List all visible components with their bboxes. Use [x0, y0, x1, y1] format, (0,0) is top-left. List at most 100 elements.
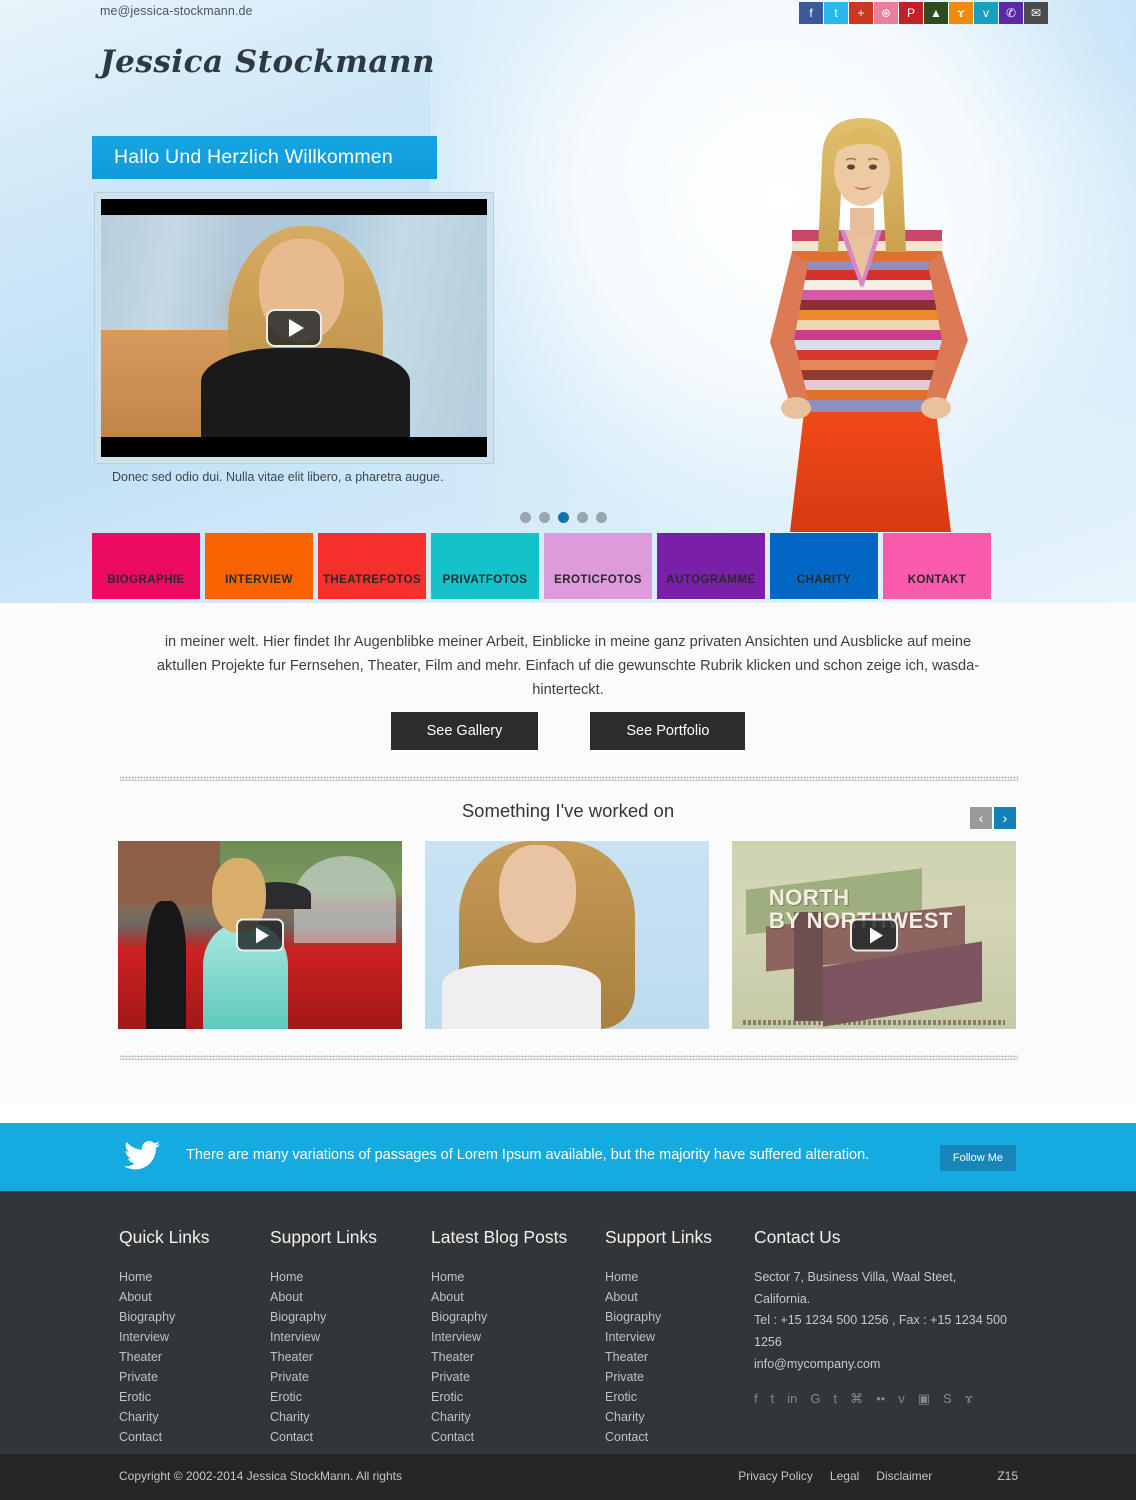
footer-link-biography[interactable]: Biography	[605, 1307, 712, 1327]
footer-links-list: Home About Biography Interview Theater Privat…	[431, 1267, 567, 1447]
rss-icon[interactable]: ɤ	[965, 1392, 973, 1405]
dribbble-icon[interactable]: ⊛	[874, 2, 898, 24]
nav-item-biographie[interactable]: BIOGRAPHIE	[92, 533, 200, 599]
footer-link-charity[interactable]: Charity	[431, 1407, 567, 1427]
footer-link-home[interactable]: Home	[431, 1267, 567, 1287]
nav-item-autogramme[interactable]: AUTOGRAMME	[657, 533, 765, 599]
footer-link-theater[interactable]: Theater	[119, 1347, 209, 1367]
footer-link-biography[interactable]: Biography	[431, 1307, 567, 1327]
pinterest-icon[interactable]: P	[899, 2, 923, 24]
play-icon[interactable]	[266, 309, 322, 347]
footer-link-theater[interactable]: Theater	[605, 1347, 712, 1367]
footer-link-theater[interactable]: Theater	[270, 1347, 377, 1367]
header-social-bar: f t + ⊛ P ▲ ɤ v ✆ ✉	[799, 2, 1048, 24]
nav-item-eroticfotos[interactable]: EROTICFOTOS	[544, 533, 652, 599]
footer-link-about[interactable]: About	[119, 1287, 209, 1307]
skype-icon[interactable]: S	[943, 1392, 952, 1405]
footer-link-home[interactable]: Home	[119, 1267, 209, 1287]
footer-link-contact[interactable]: Contact	[119, 1427, 209, 1447]
footer-column-title: Quick Links	[119, 1227, 210, 1247]
google-plus-icon[interactable]: +	[849, 2, 873, 24]
footer-links-list: Home About Biography Interview Theater Privat…	[270, 1267, 377, 1447]
footer-link-interview[interactable]: Interview	[605, 1327, 712, 1347]
follow-me-button[interactable]: Follow Me	[939, 1145, 1016, 1171]
footer-link-charity[interactable]: Charity	[270, 1407, 377, 1427]
see-gallery-button[interactable]: See Gallery	[390, 712, 539, 750]
slider-dot-3[interactable]	[558, 512, 569, 523]
footer-social-icons[interactable]: f t in Gt ⌘ •• v ▣ Sɤ	[754, 1392, 1014, 1405]
thumb2-face	[498, 844, 576, 943]
footer-link-interview[interactable]: Interview	[270, 1327, 377, 1347]
video-letterbox-bottom	[101, 437, 487, 457]
google-icon[interactable]: G	[810, 1392, 820, 1405]
twitter-icon[interactable]: t	[771, 1392, 775, 1405]
facebook-icon[interactable]: f	[799, 2, 823, 24]
footer-link-erotic[interactable]: Erotic	[605, 1387, 712, 1407]
bottom-link-disclaimer[interactable]: Disclaimer	[876, 1469, 932, 1483]
bottom-link-privacy-policy[interactable]: Privacy Policy	[738, 1469, 813, 1483]
footer-link-private[interactable]: Private	[270, 1367, 377, 1387]
carousel-prev-icon[interactable]: ‹	[970, 807, 992, 829]
footer-link-biography[interactable]: Biography	[270, 1307, 377, 1327]
email-icon[interactable]: ✉	[1024, 2, 1048, 24]
nav-item-kontakt[interactable]: KONTAKT	[883, 533, 991, 599]
bottom-links[interactable]: Privacy Policy Legal Disclaimer Z15	[738, 1469, 1018, 1483]
tumblr-icon[interactable]: t	[834, 1392, 838, 1405]
nav-item-theatrefotos[interactable]: THEATREFOTOS	[318, 533, 426, 599]
footer-link-charity[interactable]: Charity	[119, 1407, 209, 1427]
footer-link-erotic[interactable]: Erotic	[431, 1387, 567, 1407]
linkedin-icon[interactable]: in	[787, 1392, 797, 1405]
phone-icon[interactable]: ✆	[999, 2, 1023, 24]
nav-item-charity[interactable]: CHARITY	[770, 533, 878, 599]
footer-link-home[interactable]: Home	[605, 1267, 712, 1287]
footer-link-interview[interactable]: Interview	[119, 1327, 209, 1347]
main-navigation[interactable]: BIOGRAPHIE INTERVIEW THEATREFOTOS PRIVATFOT…	[92, 533, 991, 599]
footer-link-erotic[interactable]: Erotic	[119, 1387, 209, 1407]
twitter-message: There are many variations of passages of…	[186, 1147, 870, 1163]
play-icon[interactable]	[236, 918, 284, 952]
footer-link-contact[interactable]: Contact	[270, 1427, 377, 1447]
footer-link-contact[interactable]: Contact	[605, 1427, 712, 1447]
slider-dots[interactable]	[520, 512, 607, 523]
rss-icon[interactable]: ɤ	[949, 2, 973, 24]
footer-link-private[interactable]: Private	[119, 1367, 209, 1387]
footer-link-charity[interactable]: Charity	[605, 1407, 712, 1427]
footer-link-erotic[interactable]: Erotic	[270, 1387, 377, 1407]
footer-link-about[interactable]: About	[605, 1287, 712, 1307]
footer-link-contact[interactable]: Contact	[431, 1427, 567, 1447]
footer-link-home[interactable]: Home	[270, 1267, 377, 1287]
footer-link-about[interactable]: About	[270, 1287, 377, 1307]
footer-links-list: Home About Biography Interview Theater Privat…	[605, 1267, 712, 1447]
footer-link-theater[interactable]: Theater	[431, 1347, 567, 1367]
nav-item-interview[interactable]: INTERVIEW	[205, 533, 313, 599]
slider-dot-1[interactable]	[520, 512, 531, 523]
vimeo-icon[interactable]: v	[974, 2, 998, 24]
slider-dot-2[interactable]	[539, 512, 550, 523]
footer-link-private[interactable]: Private	[431, 1367, 567, 1387]
footer-link-about[interactable]: About	[431, 1287, 567, 1307]
facebook-icon[interactable]: f	[754, 1392, 758, 1405]
carousel-next-icon[interactable]: ›	[994, 807, 1016, 829]
apple-icon[interactable]: ⌘	[850, 1392, 863, 1405]
portfolio-item-north-by-northwest[interactable]: NORTH BY NORTHWEST	[732, 841, 1016, 1029]
footer-link-interview[interactable]: Interview	[431, 1327, 567, 1347]
twitter-icon[interactable]: t	[824, 2, 848, 24]
portfolio-carousel-arrows[interactable]: ‹ ›	[970, 807, 1016, 829]
android-icon[interactable]: ▲	[924, 2, 948, 24]
bottom-link-legal[interactable]: Legal	[830, 1469, 859, 1483]
hero-video-player[interactable]	[94, 192, 494, 464]
slider-dot-5[interactable]	[596, 512, 607, 523]
portfolio-item-portrait[interactable]	[425, 841, 709, 1029]
play-icon[interactable]	[850, 918, 898, 952]
footer-link-biography[interactable]: Biography	[119, 1307, 209, 1327]
nav-item-privatfotos[interactable]: PRIVATFOTOS	[431, 533, 539, 599]
hero-section: me@jessica-stockmann.de f t + ⊛ P ▲ ɤ v ✆ ✉ Jessi…	[0, 0, 1136, 603]
flickr-icon[interactable]: ••	[876, 1392, 885, 1405]
footer-link-private[interactable]: Private	[605, 1367, 712, 1387]
slider-dot-4[interactable]	[577, 512, 588, 523]
hero-banner-title[interactable]: Hallo Und Herzlich Willkommen	[92, 136, 437, 179]
youtube-icon[interactable]: ▣	[918, 1392, 930, 1405]
portfolio-item-red-carpet[interactable]	[118, 841, 402, 1029]
see-portfolio-button[interactable]: See Portfolio	[590, 712, 746, 750]
vimeo-icon[interactable]: v	[898, 1392, 905, 1405]
